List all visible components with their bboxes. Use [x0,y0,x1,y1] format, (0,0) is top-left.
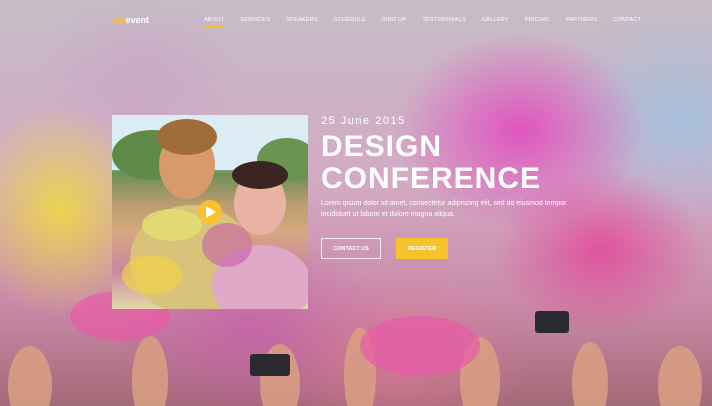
logo-accent-text: mo [112,15,126,25]
nav-item-gallery[interactable]: GALLERY [482,17,509,23]
nav-item-services[interactable]: SERVICES [240,17,270,23]
nav-item-contact[interactable]: CONTACT [613,17,641,23]
hero-title-line1: DESIGN [321,130,443,163]
nav-item-speakers[interactable]: SPEAKERS [286,17,318,23]
hero-title-line2: CONFERENCE [321,162,542,195]
hero-section: moevent ABOUT SERVICES SPEAKERS SCHEDULE… [0,0,712,406]
contact-us-button[interactable]: CONTACT US [321,238,381,259]
crowd-background [8,291,702,406]
nav-item-sing-up[interactable]: SING UP [382,17,406,23]
nav-item-pricing[interactable]: PRICING [525,17,550,23]
play-icon [206,206,216,218]
nav-menu: ABOUT SERVICES SPEAKERS SCHEDULE SING UP… [204,17,641,27]
hero-description: Lorem ipsum dolor sit amet, consectetur … [321,200,567,218]
site-logo[interactable]: moevent [112,15,149,25]
top-navigation: moevent ABOUT SERVICES SPEAKERS SCHEDULE… [0,0,712,42]
register-button[interactable]: REGISTER [396,238,448,259]
video-play-button[interactable] [198,200,222,224]
nav-item-testimonials[interactable]: TESTIMONIALS [422,17,465,23]
nav-item-schedule[interactable]: SCHEDULE [334,17,366,23]
event-date: 25 June 2015 [321,115,406,127]
nav-item-about[interactable]: ABOUT [204,17,225,27]
nav-item-partners[interactable]: PARTNERS [566,17,598,23]
logo-text: event [125,15,150,25]
